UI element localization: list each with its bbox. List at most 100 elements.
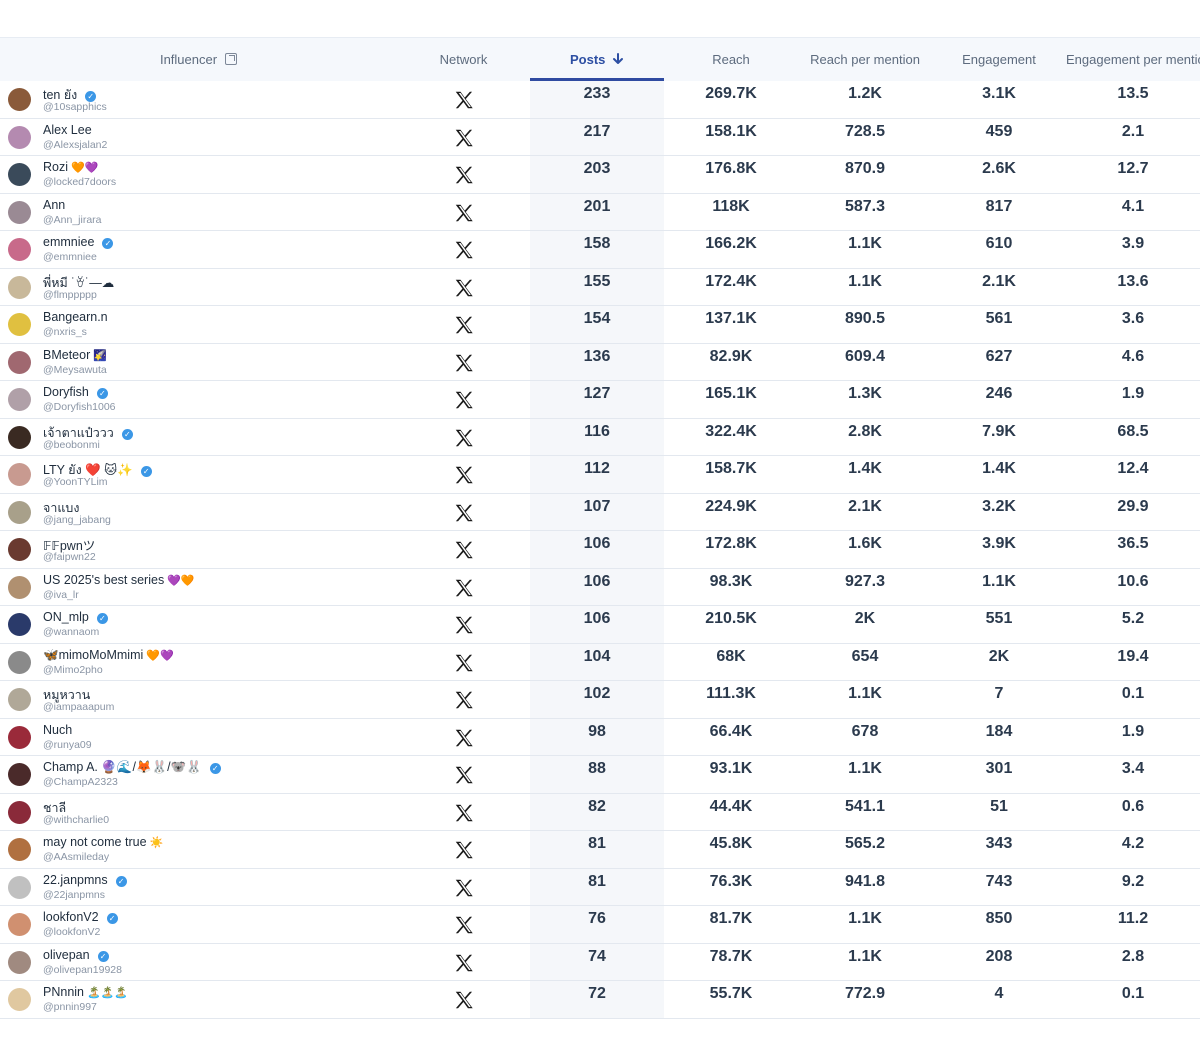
- avatar[interactable]: [8, 950, 31, 974]
- influencer-name[interactable]: Champ A. 🔮🌊/🦊🐰/🐨🐰 ✓: [43, 760, 221, 775]
- table-row[interactable]: US 2025's best series 💜🧡 @iva_lr 106 98.3K 92…: [0, 569, 1200, 606]
- x-logo-icon[interactable]: [453, 389, 475, 411]
- avatar[interactable]: [8, 425, 31, 449]
- col-engagement-per-mention[interactable]: Engagement per mention: [1066, 38, 1200, 82]
- table-row[interactable]: เจ้าตาแป๋ววว ✓ @beobonmi 116 322.4K 2.8K 7.9K 6…: [0, 419, 1200, 456]
- x-logo-icon[interactable]: [453, 314, 475, 336]
- x-logo-icon[interactable]: [453, 839, 475, 861]
- table-row[interactable]: PNnnin 🏝️🏝️🏝️ @pnnin997 72 55.7K 772.9 4 0.1: [0, 981, 1200, 1019]
- influencer-name[interactable]: US 2025's best series 💜🧡: [43, 573, 195, 587]
- influencer-name[interactable]: lookfonV2 ✓: [43, 910, 118, 924]
- col-reach-per-mention[interactable]: Reach per mention: [798, 38, 932, 82]
- avatar[interactable]: [8, 500, 31, 524]
- x-logo-icon[interactable]: [453, 202, 475, 224]
- x-logo-icon[interactable]: [453, 539, 475, 561]
- influencer-cell[interactable]: Rozi 🧡💜 @locked7doors: [0, 156, 400, 193]
- col-engagement[interactable]: Engagement: [932, 38, 1066, 82]
- influencer-cell[interactable]: Nuch @runya09: [0, 719, 400, 756]
- external-link-icon[interactable]: [225, 53, 238, 65]
- x-logo-icon[interactable]: [453, 614, 475, 636]
- avatar[interactable]: [8, 538, 31, 561]
- x-logo-icon[interactable]: [453, 164, 475, 186]
- influencer-name[interactable]: Doryfish ✓: [43, 385, 108, 399]
- influencer-name[interactable]: Bangearn.n: [43, 310, 111, 324]
- table-row[interactable]: 🦋mimoMoMmimi 🧡💜 @Mimo2pho 104 68K 654 2K 19.4: [0, 644, 1200, 681]
- influencer-cell[interactable]: Ann @Ann_jirara: [0, 194, 400, 231]
- x-logo-icon[interactable]: [453, 652, 475, 674]
- avatar[interactable]: [8, 238, 31, 261]
- avatar[interactable]: [8, 88, 31, 111]
- avatar[interactable]: [8, 875, 31, 899]
- x-logo-icon[interactable]: [453, 764, 475, 786]
- table-row[interactable]: Bangearn.n @nxris_s 154 137.1K 890.5 561 3.6: [0, 306, 1200, 344]
- influencer-name[interactable]: ON_mlp ✓: [43, 610, 108, 624]
- table-row[interactable]: 𝔽𝔽pwnツ @faipwn22 106 172.8K 1.6K 3.9K 36.5: [0, 531, 1200, 569]
- table-row[interactable]: emmniee ✓ @emmniee 158 166.2K 1.1K 610 3.9: [0, 231, 1200, 269]
- table-row[interactable]: olivepan ✓ @olivepan19928 74 78.7K 1.1K 208 2.8: [0, 944, 1200, 981]
- table-row[interactable]: ten ยัง ✓ @10sapphics 233 269.7K 1.2K 3.1K 13.5: [0, 81, 1200, 119]
- influencer-cell[interactable]: หมูหวาน @iampaaapum: [0, 681, 400, 718]
- influencer-name[interactable]: Alex Lee: [43, 123, 95, 137]
- x-logo-icon[interactable]: [453, 239, 475, 261]
- x-logo-icon[interactable]: [453, 727, 475, 749]
- influencer-name[interactable]: Nuch: [43, 723, 75, 737]
- influencer-cell[interactable]: PNnnin 🏝️🏝️🏝️ @pnnin997: [0, 981, 400, 1018]
- influencer-name[interactable]: PNnnin 🏝️🏝️🏝️: [43, 985, 128, 999]
- avatar[interactable]: [8, 200, 31, 224]
- influencer-cell[interactable]: Bangearn.n @nxris_s: [0, 306, 400, 343]
- x-logo-icon[interactable]: [453, 877, 475, 899]
- x-logo-icon[interactable]: [453, 689, 475, 711]
- influencer-cell[interactable]: olivepan ✓ @olivepan19928: [0, 944, 400, 981]
- avatar[interactable]: [8, 800, 31, 824]
- table-row[interactable]: ชาลี @withcharlie0 82 44.4K 541.1 51 0.6: [0, 794, 1200, 831]
- table-row[interactable]: lookfonV2 ✓ @lookfonV2 76 81.7K 1.1K 850 11.2: [0, 906, 1200, 944]
- table-row[interactable]: Champ A. 🔮🌊/🦊🐰/🐨🐰 ✓ @ChampA2323 88 93.1K 1.1K…: [0, 756, 1200, 794]
- influencer-cell[interactable]: BMeteor 🌠 @Meysawuta: [0, 344, 400, 381]
- table-row[interactable]: Nuch @runya09 98 66.4K 678 184 1.9: [0, 719, 1200, 756]
- avatar[interactable]: [8, 163, 31, 186]
- col-posts[interactable]: Posts: [530, 38, 664, 82]
- influencer-cell[interactable]: Doryfish ✓ @Doryfish1006: [0, 381, 400, 418]
- influencer-cell[interactable]: เจ้าตาแป๋ววว ✓ @beobonmi: [0, 419, 400, 456]
- table-row[interactable]: LTY ยัง ❤️ 🐱✨ ✓ @YoonTYLim 112 158.7K 1.4K 1.4…: [0, 456, 1200, 494]
- influencer-cell[interactable]: Champ A. 🔮🌊/🦊🐰/🐨🐰 ✓ @ChampA2323: [0, 756, 400, 793]
- table-row[interactable]: หมูหวาน @iampaaapum 102 111.3K 1.1K 7 0.1: [0, 681, 1200, 719]
- table-row[interactable]: จาแบง @jang_jabang 107 224.9K 2.1K 3.2K 29.9: [0, 494, 1200, 531]
- avatar[interactable]: [8, 575, 31, 599]
- influencer-cell[interactable]: 🦋mimoMoMmimi 🧡💜 @Mimo2pho: [0, 644, 400, 681]
- table-row[interactable]: ON_mlp ✓ @wannaom 106 210.5K 2K 551 5.2: [0, 606, 1200, 644]
- influencer-cell[interactable]: 22.janpmns ✓ @22janpmns: [0, 869, 400, 906]
- x-logo-icon[interactable]: [453, 127, 475, 149]
- x-logo-icon[interactable]: [453, 914, 475, 936]
- table-row[interactable]: Rozi 🧡💜 @locked7doors 203 176.8K 870.9 2.6K 12.…: [0, 156, 1200, 194]
- x-logo-icon[interactable]: [453, 802, 475, 824]
- x-logo-icon[interactable]: [453, 427, 475, 449]
- x-logo-icon[interactable]: [453, 502, 475, 524]
- avatar[interactable]: [8, 463, 31, 486]
- influencer-cell[interactable]: ON_mlp ✓ @wannaom: [0, 606, 400, 643]
- influencer-cell[interactable]: lookfonV2 ✓ @lookfonV2: [0, 906, 400, 943]
- influencer-cell[interactable]: พี่หมี ˙ꈊ˙—☁ @flmppppp: [0, 269, 400, 306]
- influencer-name[interactable]: emmniee ✓: [43, 235, 114, 249]
- col-reach[interactable]: Reach: [664, 38, 798, 82]
- x-logo-icon[interactable]: [453, 577, 475, 599]
- influencer-name[interactable]: Ann: [43, 198, 68, 212]
- avatar[interactable]: [8, 350, 31, 374]
- x-logo-icon[interactable]: [453, 277, 475, 299]
- table-row[interactable]: Doryfish ✓ @Doryfish1006 127 165.1K 1.3K 246 1.…: [0, 381, 1200, 419]
- influencer-cell[interactable]: US 2025's best series 💜🧡 @iva_lr: [0, 569, 400, 606]
- x-logo-icon[interactable]: [453, 464, 475, 486]
- influencer-cell[interactable]: Alex Lee @Alexsjalan2: [0, 119, 400, 156]
- influencer-name[interactable]: BMeteor 🌠: [43, 348, 107, 362]
- col-network[interactable]: Network: [397, 38, 530, 82]
- influencer-cell[interactable]: จาแบง @jang_jabang: [0, 494, 400, 531]
- avatar[interactable]: [8, 763, 31, 786]
- influencer-name[interactable]: 22.janpmns ✓: [43, 873, 127, 887]
- avatar[interactable]: [8, 838, 31, 861]
- influencer-cell[interactable]: ชาลี @withcharlie0: [0, 794, 400, 831]
- influencer-cell[interactable]: emmniee ✓ @emmniee: [0, 231, 400, 268]
- influencer-name[interactable]: 🦋mimoMoMmimi 🧡💜: [43, 648, 174, 663]
- table-row[interactable]: BMeteor 🌠 @Meysawuta 136 82.9K 609.4 627 4.6: [0, 344, 1200, 381]
- avatar[interactable]: [8, 613, 31, 636]
- avatar[interactable]: [8, 313, 31, 336]
